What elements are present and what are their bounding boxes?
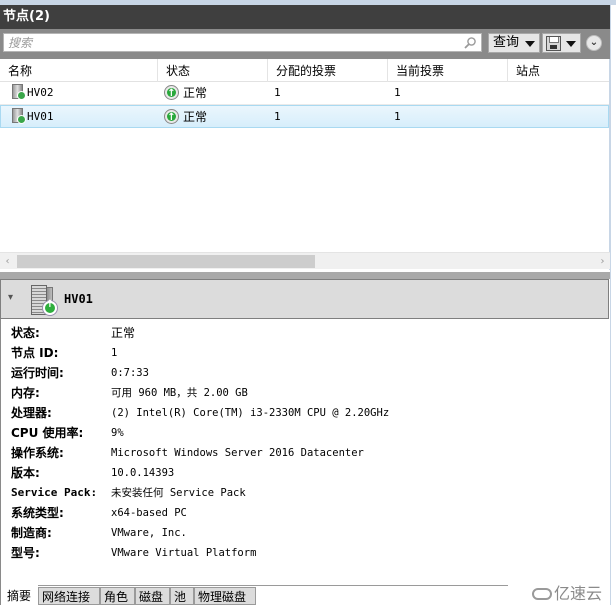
property-label: 系统类型: bbox=[11, 506, 64, 520]
property-value: (2) Intel(R) Core(TM) i3-2330M CPU @ 2.2… bbox=[111, 407, 390, 419]
watermark: 亿速云 bbox=[532, 580, 602, 604]
cloud-logo-icon bbox=[532, 588, 552, 600]
toolbar: 查询 ⌄ bbox=[0, 29, 610, 59]
server-icon bbox=[12, 84, 26, 100]
node-name: HV02 bbox=[27, 86, 54, 99]
property-value: 可用 960 MB，共 2.00 GB bbox=[111, 387, 248, 399]
query-button[interactable]: 查询 bbox=[488, 33, 540, 53]
tab-disks[interactable]: 磁盘 bbox=[135, 587, 170, 605]
status-cell: 正常 bbox=[164, 106, 208, 129]
vertical-scrollbar-edge[interactable] bbox=[610, 5, 616, 605]
tab-strip-line bbox=[38, 585, 508, 586]
nodes-grid: 名称 状态 分配的投票 当前投票 站点 HV02 正常 1 1 HV01 正常 … bbox=[0, 59, 610, 270]
query-label: 查询 bbox=[493, 35, 520, 50]
property-label: 状态: bbox=[11, 326, 40, 340]
panel-title: 节点(2) bbox=[0, 5, 610, 29]
assigned-votes-cell: 1 bbox=[274, 110, 281, 123]
property-label: CPU 使用率: bbox=[11, 426, 84, 440]
status-text: 正常 bbox=[183, 110, 208, 124]
node-name-cell: HV02 bbox=[12, 82, 54, 104]
tab-physical-disks[interactable]: 物理磁盘 bbox=[194, 587, 256, 605]
status-up-icon bbox=[164, 107, 179, 129]
current-votes-cell: 1 bbox=[394, 86, 401, 99]
property-value: x64-based PC bbox=[111, 507, 187, 519]
pane-splitter[interactable] bbox=[0, 272, 610, 279]
column-header-current-votes[interactable]: 当前投票 bbox=[388, 59, 508, 82]
property-label: 型号: bbox=[11, 546, 40, 560]
property-value: Microsoft Windows Server 2016 Datacenter bbox=[111, 447, 364, 459]
status-cell: 正常 bbox=[164, 82, 208, 105]
property-label: 运行时间: bbox=[11, 366, 64, 380]
property-value: 1 bbox=[111, 347, 118, 359]
status-up-icon bbox=[164, 83, 179, 105]
property-label: 操作系统: bbox=[11, 446, 64, 460]
detail-title: HV01 bbox=[64, 292, 93, 306]
current-votes-cell: 1 bbox=[394, 110, 401, 123]
tab-summary[interactable]: 摘要 bbox=[4, 587, 38, 605]
scroll-right-icon[interactable]: › bbox=[595, 253, 610, 270]
chevron-down-circle-icon[interactable]: ⌄ bbox=[586, 35, 602, 51]
property-value: 10.0.14393 bbox=[111, 467, 175, 479]
caret-down-icon bbox=[566, 41, 576, 47]
property-value: 正常 bbox=[111, 326, 136, 340]
grid-header: 名称 状态 分配的投票 当前投票 站点 bbox=[0, 59, 609, 82]
tab-network[interactable]: 网络连接 bbox=[38, 587, 100, 605]
detail-properties: 状态: 正常 节点 ID: 1 运行时间: 0:7:33 内存: 可用 960 MB，共… bbox=[0, 319, 609, 605]
save-icon bbox=[546, 36, 561, 51]
property-value: 未安装任何 Service Pack bbox=[111, 487, 246, 499]
search-icon[interactable] bbox=[463, 36, 477, 50]
column-header-status[interactable]: 状态 bbox=[158, 59, 268, 82]
property-label: 版本: bbox=[11, 466, 40, 480]
node-name-cell: HV01 bbox=[12, 106, 54, 128]
property-label: 制造商: bbox=[11, 526, 52, 540]
property-value: 9% bbox=[111, 427, 124, 439]
search-box[interactable] bbox=[3, 33, 482, 52]
horizontal-scrollbar[interactable]: ‹ › bbox=[0, 252, 610, 269]
tab-pools[interactable]: 池 bbox=[170, 587, 194, 605]
tab-roles[interactable]: 角色 bbox=[100, 587, 135, 605]
column-header-assigned-votes[interactable]: 分配的投票 bbox=[268, 59, 388, 82]
detail-header: ▾ HV01 bbox=[0, 279, 609, 319]
property-value: VMware Virtual Platform bbox=[111, 547, 257, 559]
assigned-votes-cell: 1 bbox=[274, 86, 281, 99]
table-row[interactable]: HV02 正常 1 1 bbox=[0, 82, 609, 105]
scrollbar-thumb[interactable] bbox=[17, 255, 315, 268]
property-label: 内存: bbox=[11, 386, 40, 400]
column-header-site[interactable]: 站点 bbox=[508, 59, 610, 82]
save-query-button[interactable] bbox=[542, 33, 581, 53]
property-label: 节点 ID: bbox=[11, 346, 59, 360]
column-header-name[interactable]: 名称 bbox=[0, 59, 158, 82]
caret-down-icon bbox=[525, 41, 535, 47]
property-label: Service Pack: bbox=[11, 486, 98, 499]
scroll-left-icon[interactable]: ‹ bbox=[0, 253, 15, 270]
node-name: HV01 bbox=[27, 110, 54, 123]
property-value: 0:7:33 bbox=[111, 367, 149, 379]
status-text: 正常 bbox=[183, 86, 208, 100]
collapse-chevron-icon[interactable]: ▾ bbox=[8, 292, 13, 303]
server-icon bbox=[12, 108, 26, 124]
watermark-text: 亿速云 bbox=[554, 584, 603, 603]
search-input[interactable] bbox=[4, 34, 454, 51]
status-up-icon bbox=[42, 299, 58, 316]
property-value: VMware, Inc. bbox=[111, 527, 187, 539]
property-label: 处理器: bbox=[11, 406, 52, 420]
table-row-selected[interactable]: HV01 正常 1 1 bbox=[0, 105, 609, 129]
